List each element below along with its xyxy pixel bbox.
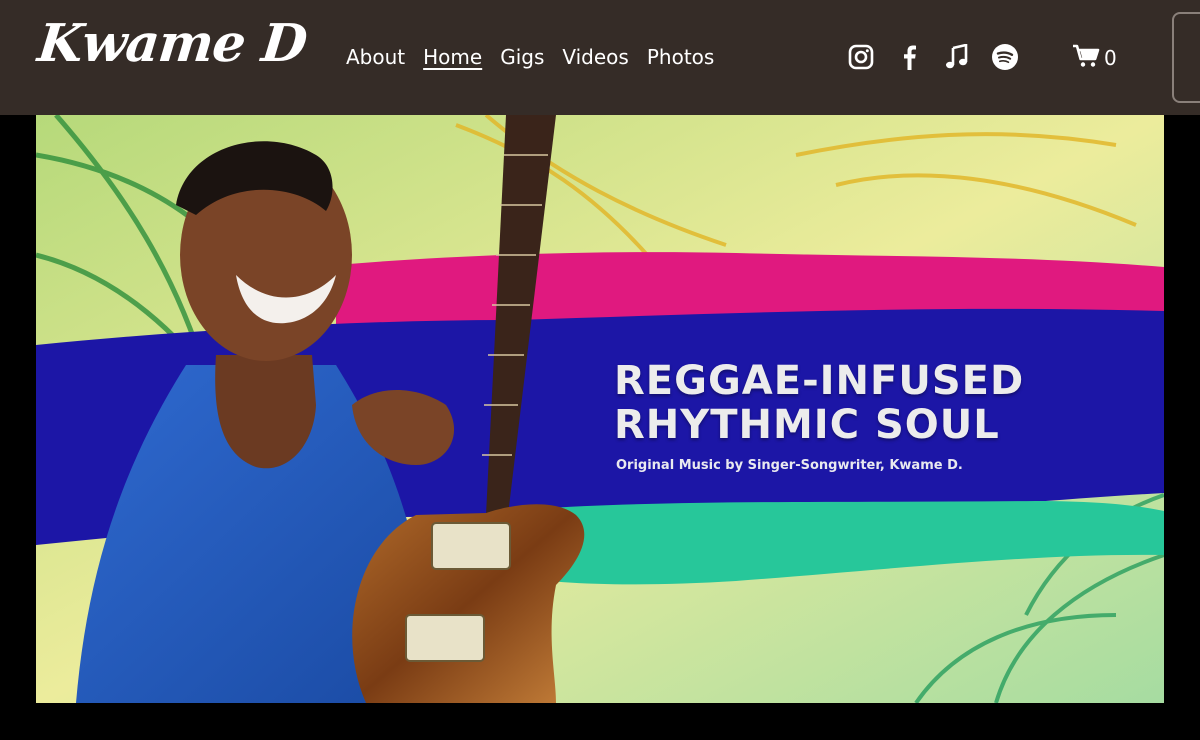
instagram-icon[interactable]	[846, 42, 876, 72]
hero-title-line-1: REGGAE-INFUSED	[614, 358, 1025, 404]
nav-item-photos[interactable]: Photos	[647, 44, 714, 70]
main-nav: About Home Gigs Videos Photos	[346, 44, 732, 70]
hero-banner: REGGAE-INFUSED RHYTHMIC SOUL Original Mu…	[36, 115, 1164, 703]
spotify-icon[interactable]	[990, 42, 1020, 72]
cart-button[interactable]: 0	[1072, 44, 1117, 72]
nav-item-home[interactable]: Home	[423, 44, 482, 70]
cart-icon	[1072, 44, 1100, 72]
header-action-button[interactable]	[1172, 12, 1200, 103]
facebook-icon[interactable]	[894, 42, 924, 72]
hero-title-line-2: RHYTHMIC SOUL	[614, 402, 1000, 448]
site-logo[interactable]: Kwame D	[35, 13, 309, 74]
site-header: Kwame D About Home Gigs Videos Photos 0	[0, 0, 1200, 115]
music-note-icon[interactable]	[942, 42, 972, 72]
nav-item-gigs[interactable]: Gigs	[500, 44, 544, 70]
nav-item-about[interactable]: About	[346, 44, 405, 70]
social-links	[846, 42, 1038, 72]
cart-count: 0	[1104, 46, 1117, 70]
hero-subtitle: Original Music by Singer-Songwriter, Kwa…	[616, 458, 963, 473]
hero-title: REGGAE-INFUSED RHYTHMIC SOUL	[614, 359, 1024, 447]
nav-item-videos[interactable]: Videos	[562, 44, 628, 70]
